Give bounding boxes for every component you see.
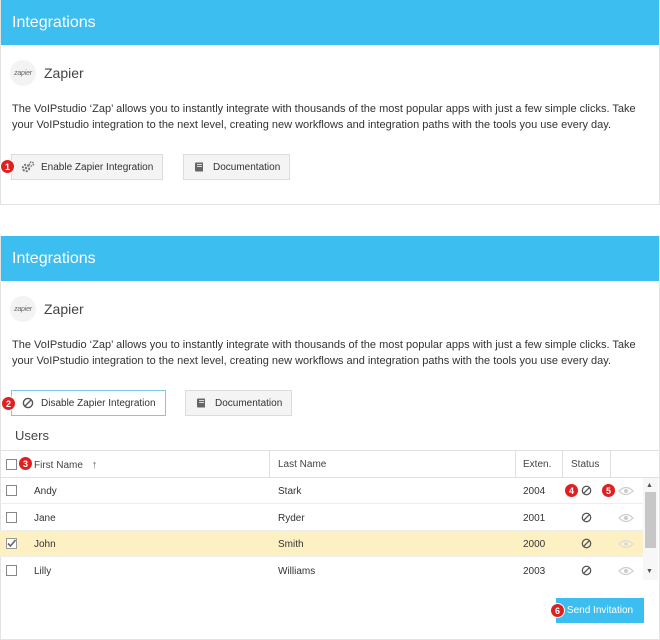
sort-asc-icon: ↑ [91, 459, 98, 471]
cell-first-name: John [34, 539, 56, 550]
grid-scrollbar[interactable]: ▲ ▼ [643, 478, 658, 580]
book-icon [195, 396, 209, 410]
col-extension[interactable]: Exten. [523, 459, 551, 470]
cell-extension: 2004 [523, 486, 546, 497]
col-status[interactable]: Status [571, 459, 599, 470]
documentation-label: Documentation [213, 161, 281, 173]
row-checkbox[interactable] [6, 485, 17, 496]
status-ban-icon[interactable] [581, 485, 592, 499]
table-row[interactable]: Jane Ryder 2001 [0, 505, 643, 531]
documentation-label: Documentation [215, 397, 283, 409]
disable-zapier-label: Disable Zapier Integration [41, 397, 156, 409]
send-invitation-button[interactable]: Send Invitation [556, 598, 644, 623]
table-row[interactable]: Lilly Williams 2003 [0, 558, 643, 584]
zapier-description: The VoIPstudio ‘Zap’ allows you to insta… [12, 103, 636, 131]
cell-extension: 2000 [523, 539, 546, 550]
zapier-logo: zapier [10, 60, 36, 86]
table-row-selected[interactable]: John Smith 2000 [0, 531, 643, 557]
step-badge-4: 4 [564, 483, 579, 498]
panel-header: Integrations [1, 0, 659, 45]
users-title: Users [15, 428, 49, 443]
col-first-name[interactable]: First Name ↑ [34, 459, 97, 471]
scroll-up-icon[interactable]: ▲ [646, 482, 653, 489]
step-badge-2: 2 [1, 396, 16, 411]
row-checkbox[interactable] [6, 565, 17, 576]
enable-zapier-label: Enable Zapier Integration [41, 161, 154, 173]
cell-last-name: Ryder [278, 513, 305, 524]
select-all-checkbox[interactable] [6, 459, 17, 470]
view-eye-icon[interactable] [618, 486, 634, 499]
status-ban-icon[interactable] [581, 538, 592, 552]
users-grid: First Name ↑ Last Name Exten. Status [0, 450, 660, 478]
col-last-name[interactable]: Last Name [278, 459, 326, 470]
zapier-row: zapier Zapier [10, 296, 84, 322]
table-row[interactable]: Andy Stark 2004 [0, 478, 643, 504]
cell-first-name: Jane [34, 513, 56, 524]
cell-extension: 2003 [523, 566, 546, 577]
zapier-description: The VoIPstudio ‘Zap’ allows you to insta… [12, 339, 636, 367]
cell-first-name: Lilly [34, 566, 52, 577]
row-checkbox[interactable] [6, 512, 17, 523]
zapier-row: zapier Zapier [10, 60, 84, 86]
documentation-button[interactable]: Documentation [185, 390, 293, 416]
view-eye-icon[interactable] [618, 566, 634, 579]
book-icon [193, 160, 207, 174]
view-eye-icon[interactable] [618, 513, 634, 526]
cell-first-name: Andy [34, 486, 57, 497]
scroll-down-icon[interactable]: ▼ [646, 568, 653, 575]
step-badge-3: 3 [18, 456, 33, 471]
grid-header: First Name ↑ Last Name Exten. Status [0, 451, 660, 478]
documentation-button[interactable]: Documentation [183, 154, 291, 180]
cell-last-name: Stark [278, 486, 302, 497]
gears-icon [21, 160, 35, 174]
status-ban-icon[interactable] [581, 512, 592, 526]
view-eye-icon[interactable] [618, 539, 634, 552]
zapier-name: Zapier [44, 65, 84, 81]
cell-extension: 2001 [523, 513, 546, 524]
panel-header: Integrations [1, 236, 659, 281]
step-badge-5: 5 [601, 483, 616, 498]
cell-last-name: Smith [278, 539, 304, 550]
scroll-thumb[interactable] [645, 492, 656, 548]
zapier-name: Zapier [44, 301, 84, 317]
zapier-logo: zapier [10, 296, 36, 322]
status-ban-icon[interactable] [581, 565, 592, 579]
step-badge-1: 1 [0, 159, 15, 174]
row-checkbox-checked[interactable] [6, 538, 17, 549]
ban-icon [21, 396, 35, 410]
enable-zapier-button[interactable]: Enable Zapier Integration [11, 154, 164, 180]
step-badge-6: 6 [550, 603, 565, 618]
col-first-name-label: First Name [34, 460, 83, 471]
cell-last-name: Williams [278, 566, 316, 577]
disable-zapier-button[interactable]: Disable Zapier Integration [11, 390, 166, 416]
